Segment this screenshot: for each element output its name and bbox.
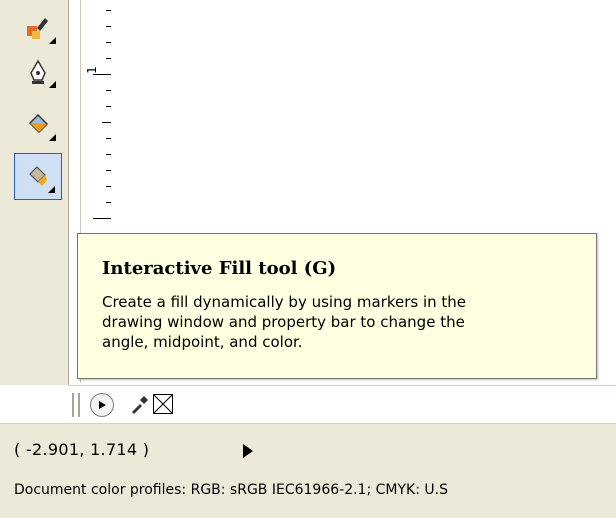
palette-scroll-button[interactable] xyxy=(90,393,114,417)
fill-tool[interactable] xyxy=(14,103,62,147)
palette-grip[interactable] xyxy=(72,393,80,417)
color-palette-bar xyxy=(68,385,616,424)
ruler-label: 1 xyxy=(84,66,99,74)
pen-nib-icon xyxy=(30,59,46,84)
tooltip-line: drawing window and property bar to chang… xyxy=(102,313,465,331)
color-profiles-text[interactable]: Document color profiles: RGB: sRGB IEC61… xyxy=(14,482,448,498)
eyedropper-icon xyxy=(27,18,48,39)
eyedropper-tool[interactable] xyxy=(14,6,62,50)
toolbox xyxy=(0,0,69,385)
palette-eyedropper-button[interactable] xyxy=(128,393,150,417)
outline-pen-tool[interactable] xyxy=(14,50,62,94)
status-bar: ( -2.901, 1.714 ) Document color profile… xyxy=(0,423,616,518)
tooltip-line: angle, midpoint, and color. xyxy=(102,333,303,351)
tooltip-body: Create a fill dynamically by using marke… xyxy=(102,292,592,352)
status-expand-arrow-icon[interactable] xyxy=(243,444,253,458)
paint-bucket-icon xyxy=(28,113,49,134)
no-color-swatch[interactable] xyxy=(153,394,173,414)
tooltip-title: Interactive Fill tool (G) xyxy=(102,258,337,279)
x-icon xyxy=(153,394,173,414)
cursor-coordinates: ( -2.901, 1.714 ) xyxy=(14,440,150,459)
interactive-fill-tool[interactable] xyxy=(14,153,62,200)
eyedropper-icon xyxy=(132,396,148,414)
tooltip-line: Create a fill dynamically by using marke… xyxy=(102,293,467,311)
tooltip: Interactive Fill tool (G) Create a fill … xyxy=(77,233,597,379)
scroll-right-icon xyxy=(99,401,106,409)
